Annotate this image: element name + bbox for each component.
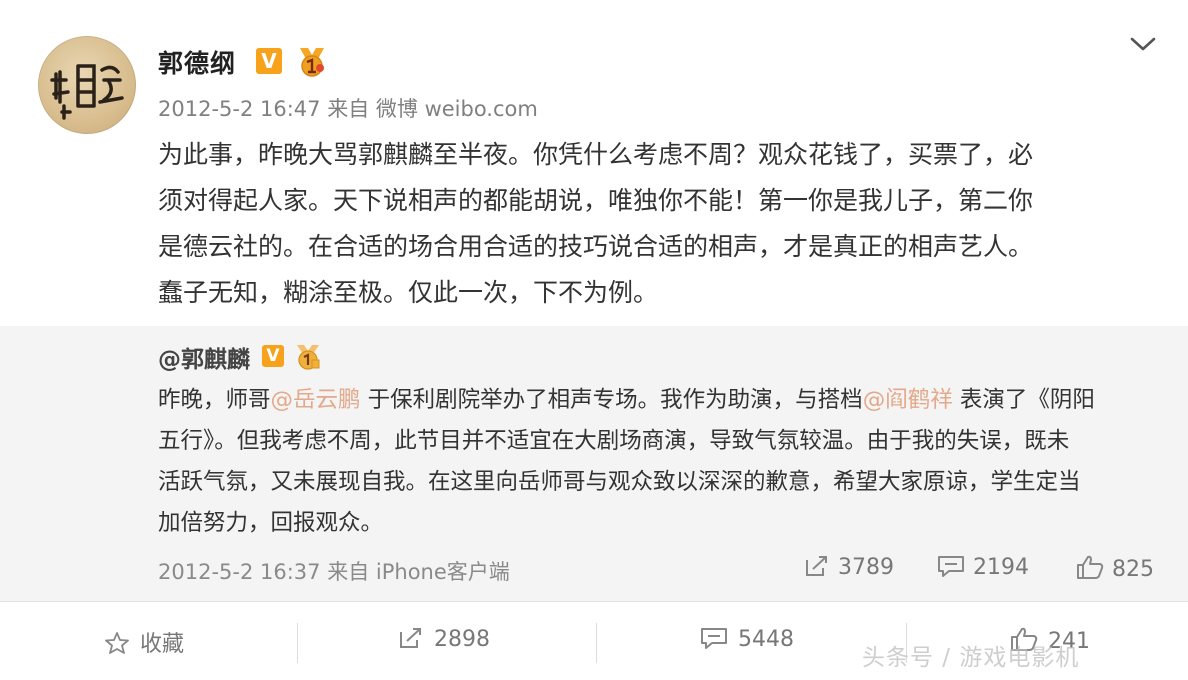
post-timestamp[interactable]: 2012-5-2 16:47: [158, 97, 321, 121]
calligraphy-logo: [50, 64, 124, 120]
repost-reposts-button[interactable]: 3789: [804, 554, 894, 580]
repost-icon: [400, 628, 421, 648]
post-meta: 2012-5-2 16:47 来自 微博 weibo.com: [158, 93, 538, 123]
repost-text-segment: 昨晚，师哥: [158, 387, 271, 413]
post-line: 是德云社的。在合适的场合用合适的技巧说合适的相声，才是真正的相声艺人。: [158, 232, 1034, 261]
repost-source-prefix: 来自: [327, 560, 370, 584]
repost-meta: 2012-5-2 16:37 来自 iPhone客户端: [158, 556, 510, 586]
star-icon: [105, 632, 129, 654]
repost-icon: [806, 556, 827, 576]
favorite-label: 收藏: [140, 632, 185, 657]
repost-text: 昨晚，师哥@岳云鹏 于保利剧院举办了相声专场。我作为助演，与搭档@阎鹤祥 表演了…: [158, 380, 1158, 544]
repost-line: 加倍努力，回报观众。: [158, 510, 384, 536]
repost-username[interactable]: @郭麒麟: [158, 340, 250, 374]
repost-line: 昨晚，师哥@岳云鹏 于保利剧院举办了相声专场。我作为助演，与搭档@阎鹤祥 表演了…: [158, 380, 1158, 421]
favorite-button[interactable]: 收藏: [104, 626, 184, 658]
post-line: 须对得起人家。天下说相声的都能胡说，唯独你不能！第一你是我儿子，第二你: [158, 186, 1034, 215]
author-name[interactable]: 郭德纲: [158, 44, 236, 80]
repost-timestamp[interactable]: 2012-5-2 16:37: [158, 560, 321, 584]
repost-reposts-count: 3789: [838, 555, 894, 580]
repost-line: 活跃气氛，又未展现自我。在这里向岳师哥与观众致以深深的歉意，希望大家原谅，学生定…: [158, 469, 1081, 495]
comment-button[interactable]: 5448: [700, 626, 794, 652]
action-separator: [297, 623, 298, 663]
chevron-down-icon[interactable]: [1128, 34, 1158, 54]
watermark: 头条号 / 游戏电影机: [862, 645, 1080, 671]
repost-source[interactable]: iPhone客户端: [376, 560, 510, 584]
thumbs-up-icon: [1077, 555, 1104, 579]
repost-text-segment: 表演了《阴阳: [952, 387, 1095, 413]
repost-count: 2898: [434, 627, 490, 652]
medal-icon[interactable]: [294, 46, 330, 78]
post-line: 为此事，昨晚大骂郭麒麟至半夜。你凭什么考虑不周？观众花钱了，买票了，必: [158, 140, 1034, 169]
mention-link[interactable]: @阎鹤祥: [863, 387, 953, 413]
author-avatar[interactable]: [38, 36, 136, 134]
mention-link[interactable]: @岳云鹏: [271, 387, 361, 413]
action-bar-divider: [0, 601, 1188, 602]
repost-comments-count: 2194: [973, 555, 1029, 580]
action-separator: [596, 623, 597, 663]
repost-text-segment: 于保利剧院举办了相声专场。我作为助演，与搭档: [360, 387, 863, 413]
post-source[interactable]: 微博 weibo.com: [376, 97, 538, 121]
repost-comments-button[interactable]: 2194: [937, 554, 1029, 580]
repost-verified-badge: V: [262, 345, 284, 367]
repost-likes-count: 825: [1112, 557, 1154, 582]
repost-line: 五行》。但我考虑不周，此节目并不适宜在大剧场商演，导致气氛较温。由于我的失误，既…: [158, 428, 1070, 454]
comment-icon: [701, 628, 727, 649]
post-line: 蠢子无知，糊涂至极。仅此一次，下不为例。: [158, 278, 659, 307]
comment-count: 5448: [738, 627, 794, 652]
repost-button[interactable]: 2898: [398, 626, 490, 652]
post-text: 为此事，昨晚大骂郭麒麟至半夜。你凭什么考虑不周？观众花钱了，买票了，必 须对得起…: [158, 132, 1148, 316]
post-source-prefix: 来自: [327, 97, 370, 121]
repost-likes-button[interactable]: 825: [1076, 554, 1154, 582]
comment-icon: [938, 556, 964, 577]
verified-badge: V: [256, 48, 282, 74]
repost-medal-icon[interactable]: [292, 343, 324, 371]
